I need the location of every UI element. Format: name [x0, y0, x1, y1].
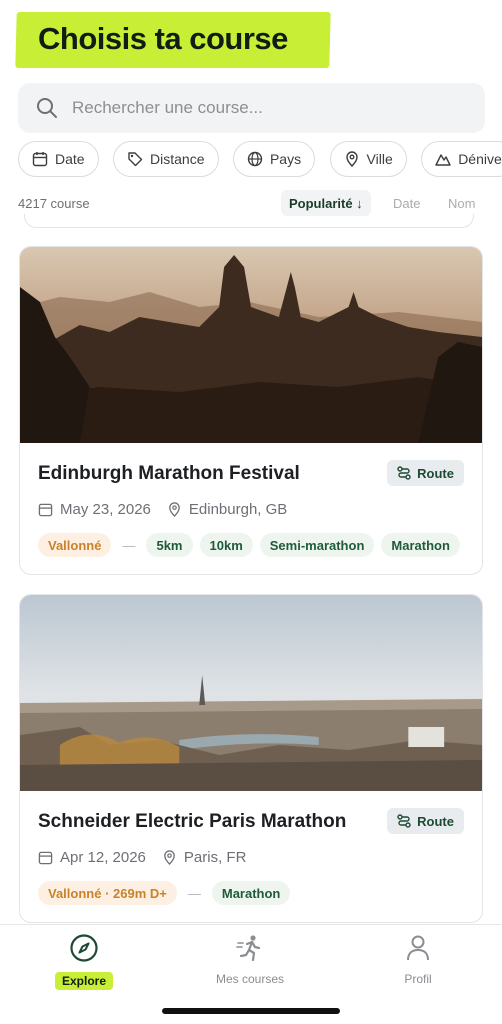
filter-elevation-label: Dénive — [458, 151, 502, 167]
tag-separator: — — [122, 537, 136, 553]
filter-chips: Date Distance Pays Ville Dénive — [18, 141, 502, 177]
distance-tag: Semi-marathon — [259, 533, 375, 557]
tab-profile[interactable]: Profil — [348, 933, 488, 988]
route-button[interactable]: Route — [387, 808, 464, 834]
tag-icon — [128, 152, 143, 167]
compass-icon — [70, 934, 98, 962]
calendar-icon — [38, 851, 53, 865]
race-title: Schneider Electric Paris Marathon — [38, 811, 347, 832]
mountain-icon — [435, 154, 451, 166]
race-tags: Vallonné — 5km 10km Semi-marathon Marath… — [38, 533, 460, 557]
race-location: Edinburgh, GB — [188, 501, 288, 518]
race-location: Paris, FR — [183, 849, 247, 866]
distance-tag: 10km — [199, 533, 253, 557]
filter-country-chip[interactable]: Pays — [232, 141, 316, 177]
terrain-tag: Vallonné — [38, 533, 112, 557]
location-pin-icon — [345, 151, 358, 167]
calendar-icon — [38, 503, 53, 517]
tab-profile-label: Profil — [404, 972, 432, 986]
race-date: Apr 12, 2026 — [60, 849, 146, 866]
calendar-icon — [32, 152, 48, 167]
location-pin-icon — [164, 850, 175, 865]
sort-popularity-button[interactable]: Popularité ↓ — [281, 190, 371, 216]
race-image-paris — [20, 595, 482, 791]
filter-city-label: Ville — [366, 151, 393, 167]
page-title: Choisis ta course — [38, 21, 288, 56]
tab-my-races-label: Mes courses — [215, 972, 285, 986]
user-icon — [407, 935, 429, 961]
filter-date-chip[interactable]: Date — [18, 141, 99, 177]
route-label: Route — [417, 813, 454, 829]
race-meta: Apr 12, 2026 Paris, FR — [38, 849, 246, 866]
results-count: 4217 course — [18, 196, 90, 211]
filter-country-label: Pays — [269, 151, 302, 167]
route-icon — [397, 466, 411, 480]
filter-city-chip[interactable]: Ville — [329, 141, 407, 177]
home-indicator — [162, 1008, 340, 1014]
route-label: Route — [417, 465, 454, 481]
globe-icon — [247, 151, 263, 167]
race-date: May 23, 2026 — [60, 501, 151, 518]
tab-explore-label: Explore — [54, 972, 113, 990]
terrain-tag: Vallonné · 269m D+ — [38, 881, 177, 905]
filter-distance-chip[interactable]: Distance — [113, 141, 219, 177]
search-bar[interactable] — [18, 83, 485, 133]
tag-separator: — — [187, 885, 201, 901]
distance-tag: Marathon — [211, 881, 291, 905]
distance-tag: 5km — [146, 533, 193, 557]
tab-my-races[interactable]: Mes courses — [180, 933, 320, 988]
search-input[interactable] — [72, 98, 452, 118]
location-pin-icon — [169, 502, 180, 517]
filter-date-label: Date — [55, 151, 85, 167]
search-icon — [37, 98, 57, 118]
race-card[interactable]: Edinburgh Marathon Festival Route May 23… — [19, 246, 483, 575]
race-meta: May 23, 2026 Edinburgh, GB — [38, 501, 287, 518]
runner-icon — [236, 935, 261, 962]
race-image-edinburgh — [20, 247, 482, 443]
race-title: Edinburgh Marathon Festival — [38, 463, 300, 484]
race-tags: Vallonné · 269m D+ — Marathon — [38, 881, 291, 905]
previous-card-edge — [24, 214, 474, 228]
filter-distance-label: Distance — [150, 151, 205, 167]
filter-elevation-chip[interactable]: Dénive — [421, 141, 502, 177]
sort-name-button[interactable]: Nom — [448, 196, 475, 211]
distance-tag: Marathon — [381, 533, 460, 557]
route-icon — [397, 814, 411, 828]
sort-date-button[interactable]: Date — [393, 196, 420, 211]
route-button[interactable]: Route — [387, 460, 464, 486]
tab-explore[interactable]: Explore — [14, 933, 154, 990]
race-card[interactable]: Schneider Electric Paris Marathon Route … — [19, 594, 483, 923]
